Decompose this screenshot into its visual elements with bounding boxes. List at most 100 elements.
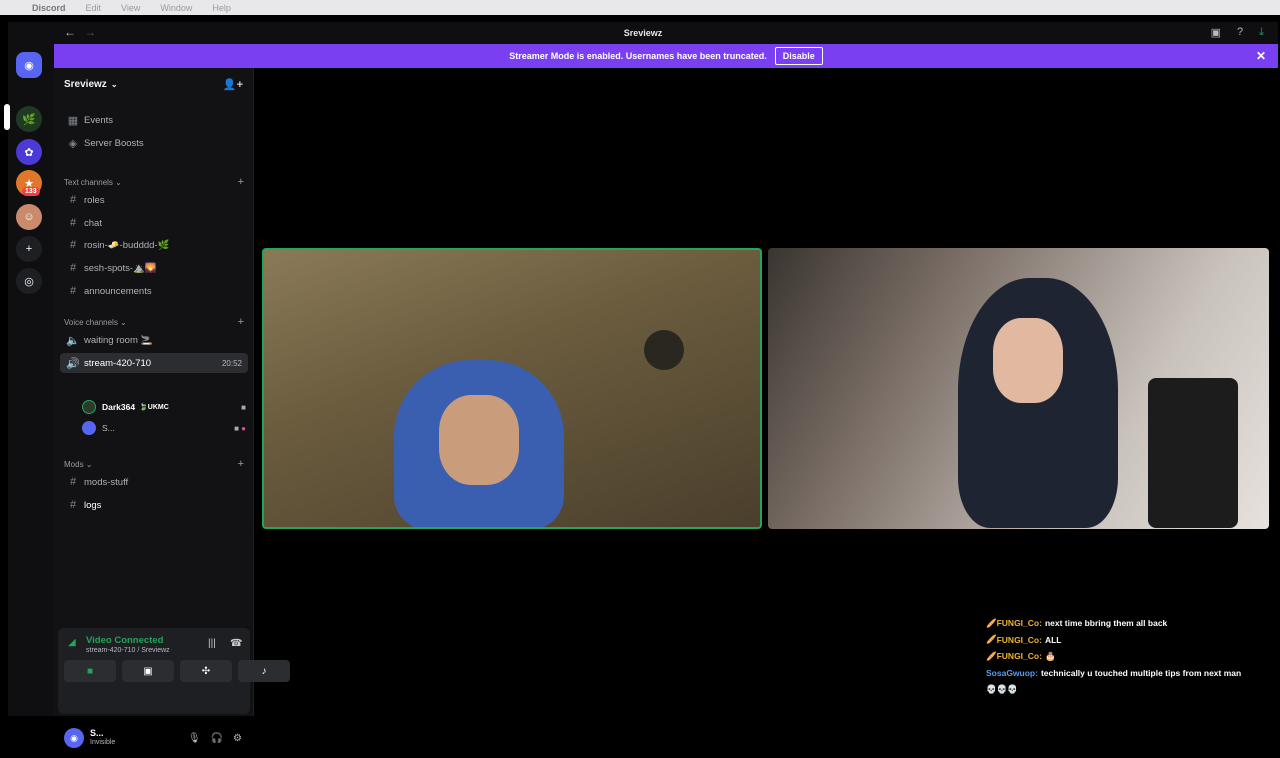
chat-text: next time bbring them all back bbox=[1044, 618, 1168, 629]
chat-author: SosaGwuop: bbox=[986, 667, 1038, 678]
connection-status[interactable]: Video Connected bbox=[86, 635, 163, 646]
add-server-icon[interactable]: + bbox=[16, 236, 42, 262]
banner-text: Streamer Mode is enabled. Usernames have… bbox=[509, 51, 767, 61]
video-icon: ■ bbox=[241, 402, 246, 412]
menu-help[interactable]: Help bbox=[212, 3, 231, 13]
add-channel-icon[interactable]: + bbox=[238, 458, 244, 470]
emoji: 🥖 bbox=[986, 634, 997, 645]
connection-location[interactable]: stream-420-710 / Sreviewz bbox=[86, 647, 170, 654]
user-name-block[interactable]: S... Invisible bbox=[90, 728, 115, 748]
activities-button[interactable]: ✣ bbox=[180, 660, 232, 682]
chat-text: ALL bbox=[1044, 634, 1062, 645]
channel-label: rosin-🧈-budddd-🌿 bbox=[84, 239, 170, 251]
camera-icon: ■ bbox=[86, 665, 94, 677]
help-icon[interactable]: ? bbox=[1237, 26, 1243, 39]
hashtag-icon: # bbox=[69, 285, 77, 297]
category-label: Voice channels bbox=[64, 317, 118, 327]
camera-button[interactable]: ■ bbox=[64, 660, 116, 682]
microphone-icon[interactable]: 🎙 bbox=[188, 733, 201, 744]
gear-icon[interactable]: ⚙ bbox=[233, 733, 242, 744]
channel-sidebar: Sreviewz ⌄ 👤+ ▦ Events ◈ Server Boosts Tex… bbox=[54, 68, 290, 748]
server-header[interactable]: Sreviewz ⌄ 👤+ bbox=[54, 68, 253, 100]
boosts-label: Server Boosts bbox=[84, 137, 144, 149]
screen-share-icon: ▣ bbox=[143, 665, 153, 677]
channel-mods-stuff[interactable]: # mods-stuff bbox=[60, 472, 248, 492]
user-tag: 🍃UKMC bbox=[139, 404, 169, 411]
selected-server-pill bbox=[4, 104, 10, 130]
channel-logs[interactable]: # logs bbox=[60, 495, 248, 515]
avatar[interactable]: ◉ bbox=[64, 728, 84, 748]
channel-label: sesh-spots-⛰️🌄 bbox=[84, 262, 157, 274]
chat-message: SosaGwuop: technically u touched multiple… bbox=[986, 665, 1266, 682]
noise-suppression-icon[interactable]: ||| bbox=[208, 638, 216, 649]
server-leaf-icon[interactable]: ✿ bbox=[16, 139, 42, 165]
soundboard-button[interactable]: ♪ bbox=[238, 660, 290, 682]
close-icon[interactable]: ✕ bbox=[1256, 49, 1266, 63]
channel-label: roles bbox=[84, 194, 105, 206]
voice-waiting-room[interactable]: 🔈 waiting room 🚬 bbox=[60, 330, 248, 350]
video-content bbox=[1148, 378, 1238, 528]
speaker-icon: 🔈 bbox=[66, 334, 80, 347]
channel-chat[interactable]: # chat bbox=[60, 213, 248, 233]
chat-text: 💀💀💀 bbox=[986, 683, 1018, 694]
menu-view[interactable]: View bbox=[121, 3, 140, 13]
signal-icon: ◢ bbox=[68, 637, 76, 648]
video-content bbox=[439, 395, 519, 485]
chat-text: 🎂 bbox=[1044, 650, 1056, 661]
headphones-icon[interactable]: 🎧 bbox=[211, 733, 223, 744]
channel-roles[interactable]: # roles bbox=[60, 190, 248, 210]
video-tile-speaking[interactable] bbox=[262, 248, 762, 529]
disable-button[interactable]: Disable bbox=[774, 47, 823, 65]
menu-edit[interactable]: Edit bbox=[86, 3, 102, 13]
boosts-item[interactable]: ◈ Server Boosts bbox=[60, 133, 248, 153]
streamer-mode-banner: Streamer Mode is enabled. Usernames have… bbox=[54, 44, 1278, 68]
hashtag-icon: # bbox=[69, 476, 77, 488]
chat-message: 💀💀💀 bbox=[986, 681, 1266, 698]
server-avatar-icon[interactable]: ☺ bbox=[16, 204, 42, 230]
emoji: 🥖 bbox=[986, 650, 997, 661]
chat-author: FUNGI_Co: bbox=[996, 634, 1042, 645]
avatar bbox=[82, 400, 96, 414]
channel-rosin[interactable]: # rosin-🧈-budddd-🌿 bbox=[60, 235, 248, 255]
activities-icon: ✣ bbox=[201, 665, 211, 677]
download-icon[interactable]: ⤓ bbox=[1259, 26, 1264, 39]
channel-sesh-spots[interactable]: # sesh-spots-⛰️🌄 bbox=[60, 258, 248, 278]
server-sreviewz-icon[interactable]: 🌿 bbox=[16, 106, 42, 132]
voice-user[interactable]: Dark364 🍃UKMC ■ bbox=[82, 398, 246, 416]
add-channel-icon[interactable]: + bbox=[238, 176, 244, 188]
menu-window[interactable]: Window bbox=[160, 3, 192, 13]
screen-share-button[interactable]: ▣ bbox=[122, 660, 174, 682]
disconnect-icon[interactable]: ☎ bbox=[230, 638, 242, 649]
category-mods[interactable]: Mods ⌄ + bbox=[64, 458, 244, 470]
category-label: Text channels bbox=[64, 177, 113, 187]
chat-author: FUNGI_Co: bbox=[996, 618, 1042, 629]
category-text-channels[interactable]: Text channels ⌄ + bbox=[64, 176, 244, 188]
events-item[interactable]: ▦ Events bbox=[60, 110, 248, 130]
channel-label: chat bbox=[84, 217, 102, 229]
channel-label: announcements bbox=[84, 285, 152, 297]
video-tile[interactable] bbox=[768, 248, 1269, 529]
channel-label: waiting room 🚬 bbox=[84, 334, 153, 346]
menu-app-name[interactable]: Discord bbox=[32, 3, 66, 13]
category-voice-channels[interactable]: Voice channels ⌄ + bbox=[64, 316, 244, 328]
explore-icon[interactable]: ◎ bbox=[16, 268, 42, 294]
mention-badge: 133 bbox=[22, 187, 40, 196]
video-content bbox=[958, 278, 1118, 528]
channel-label: logs bbox=[84, 499, 102, 511]
invite-user-icon[interactable]: 👤+ bbox=[223, 78, 243, 91]
chat-message: 🥖 FUNGI_Co: 🎂 bbox=[986, 648, 1266, 665]
add-channel-icon[interactable]: + bbox=[238, 316, 244, 328]
chat-author: FUNGI_Co: bbox=[996, 651, 1042, 662]
chat-message: 🥖 FUNGI_Co: ALL bbox=[986, 632, 1266, 649]
channel-announcements[interactable]: # announcements bbox=[60, 281, 248, 301]
voice-user[interactable]: S... ■ ● bbox=[82, 419, 246, 437]
mac-menubar: Discord Edit View Window Help bbox=[0, 0, 1280, 15]
voice-stream[interactable]: 🔊 stream-420-710 20:52 bbox=[60, 353, 248, 373]
hashtag-icon: # bbox=[69, 194, 77, 206]
video-content bbox=[644, 330, 684, 370]
inbox-icon[interactable]: ▣ bbox=[1211, 26, 1221, 39]
hashtag-icon: # bbox=[69, 217, 77, 229]
window-title: Sreviewz bbox=[623, 28, 663, 38]
discord-home-icon[interactable]: ◉ bbox=[16, 52, 42, 78]
speaker-icon: 🔊 bbox=[66, 357, 80, 370]
